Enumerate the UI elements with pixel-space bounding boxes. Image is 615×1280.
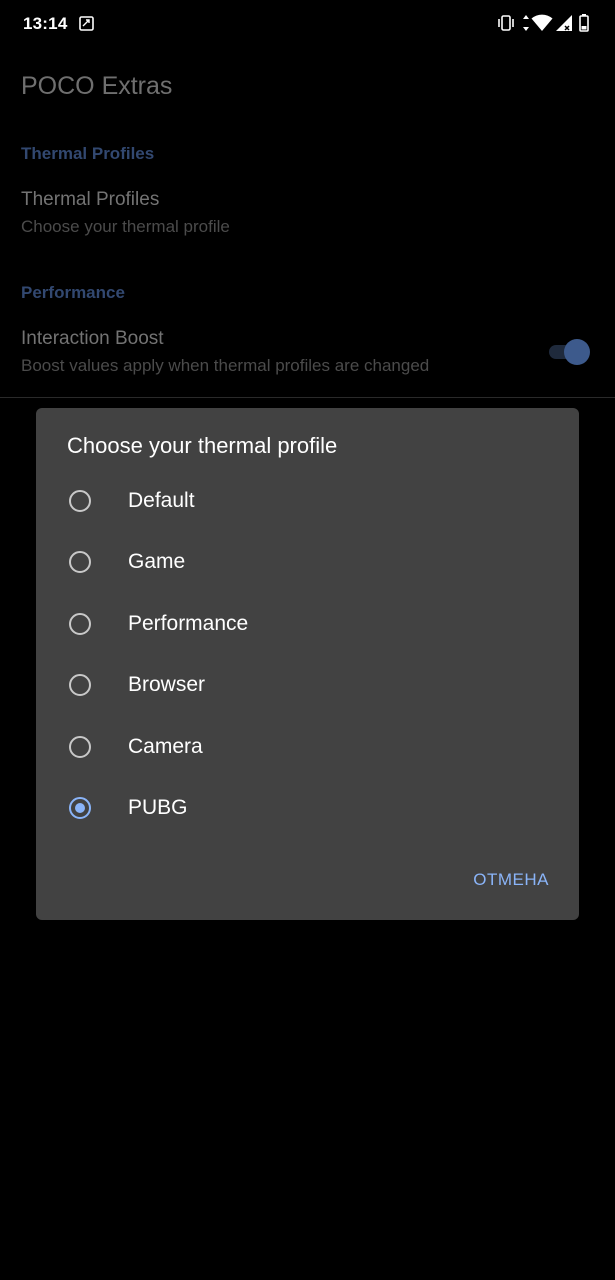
radio-button[interactable]	[69, 797, 91, 819]
battery-icon	[579, 14, 589, 32]
radio-button[interactable]	[69, 613, 91, 635]
option-performance[interactable]: Performance	[36, 598, 579, 654]
option-label: Game	[128, 550, 186, 573]
option-label: Performance	[128, 612, 249, 635]
vibrate-icon	[498, 15, 514, 31]
option-default[interactable]: Default	[36, 475, 579, 531]
app-title: POCO Extras	[21, 72, 173, 100]
option-browser[interactable]: Browser	[36, 659, 579, 715]
cancel-button[interactable]: ОТМЕНА	[473, 870, 549, 890]
section-header-performance: Performance	[21, 283, 125, 302]
status-bar: 13:14	[0, 0, 615, 50]
pref-interaction-boost-summary: Boost values apply when thermal profiles…	[21, 356, 430, 375]
wifi-icon	[531, 14, 553, 31]
interaction-boost-toggle[interactable]	[547, 339, 591, 365]
radio-button[interactable]	[69, 490, 91, 512]
toggle-thumb	[564, 339, 590, 365]
radio-button[interactable]	[69, 551, 91, 573]
thermal-profile-dialog: Choose your thermal profile Default Game…	[36, 408, 579, 920]
option-label: Camera	[128, 735, 203, 758]
pref-interaction-boost-title[interactable]: Interaction Boost	[21, 328, 164, 350]
radio-button[interactable]	[69, 736, 91, 758]
screenshot-icon	[79, 16, 94, 31]
option-label: PUBG	[128, 796, 188, 819]
dialog-title: Choose your thermal profile	[67, 433, 338, 458]
option-label: Default	[128, 489, 195, 512]
option-pubg[interactable]: PUBG	[36, 782, 579, 838]
option-camera[interactable]: Camera	[36, 721, 579, 777]
data-arrows-icon	[523, 15, 529, 31]
pref-thermal-profiles-title[interactable]: Thermal Profiles	[21, 189, 159, 211]
section-header-thermal: Thermal Profiles	[21, 144, 155, 163]
option-label: Browser	[128, 673, 206, 696]
pref-thermal-profiles-summary: Choose your thermal profile	[21, 217, 230, 236]
divider	[0, 397, 615, 398]
radio-button[interactable]	[69, 674, 91, 696]
status-time: 13:14	[23, 14, 68, 33]
option-game[interactable]: Game	[36, 536, 579, 592]
cell-signal-icon	[556, 15, 572, 31]
